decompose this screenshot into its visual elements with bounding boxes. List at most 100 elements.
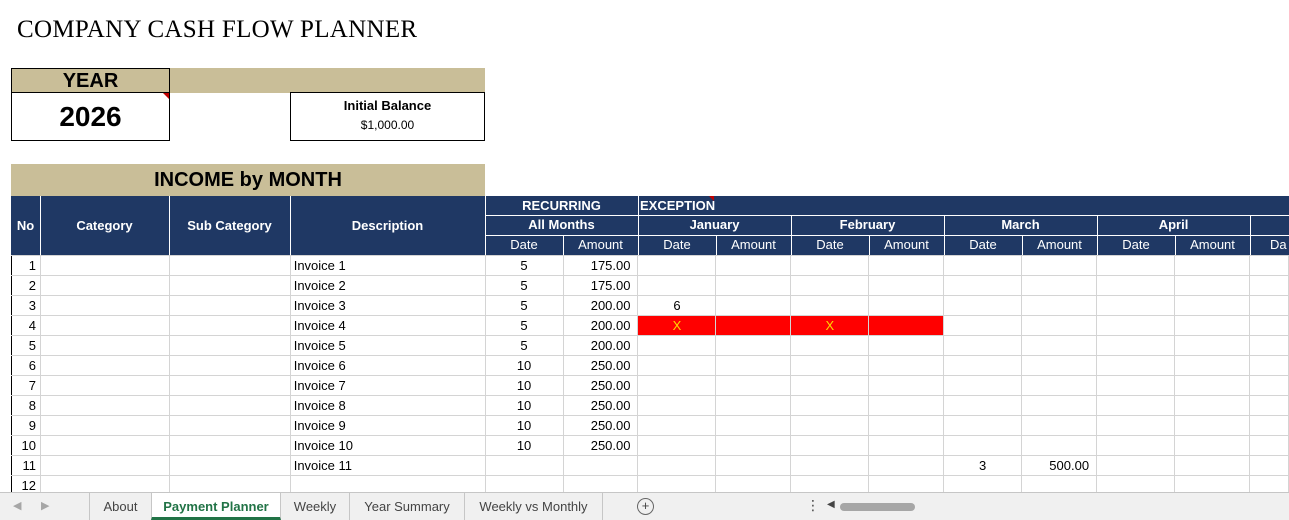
cell-category[interactable] <box>39 415 170 436</box>
row-number[interactable]: 9 <box>11 415 41 436</box>
cell-mar-amount[interactable] <box>1021 375 1098 396</box>
cell-feb-date[interactable] <box>790 415 870 436</box>
cell-jan-date[interactable] <box>637 415 717 436</box>
more-options-icon[interactable]: ⋮ <box>806 497 820 514</box>
header-feb-date[interactable]: Date <box>791 235 869 255</box>
cell-jan-amount[interactable] <box>715 415 792 436</box>
cell-recurring-date[interactable]: 10 <box>484 355 564 376</box>
header-recurring-amount[interactable]: Amount <box>563 235 638 255</box>
cell-jan-date[interactable] <box>637 335 717 356</box>
cell-apr-amount[interactable] <box>1173 275 1250 296</box>
cell-jan-date[interactable]: 6 <box>637 295 717 316</box>
cell-jan-date[interactable] <box>637 395 717 416</box>
cell-category[interactable] <box>39 355 170 376</box>
cell-apr-amount[interactable] <box>1173 335 1250 356</box>
cell-may-date[interactable] <box>1248 275 1289 296</box>
cell-description[interactable]: Invoice 9 <box>289 415 486 436</box>
header-all-months[interactable]: All Months <box>485 215 638 235</box>
cell-feb-date[interactable] <box>790 255 870 276</box>
row-number[interactable]: 2 <box>11 275 41 296</box>
cell-description[interactable] <box>289 475 486 492</box>
cell-sub-category[interactable] <box>168 375 291 396</box>
cell-apr-amount[interactable] <box>1173 435 1250 456</box>
cell-mar-amount[interactable] <box>1021 475 1098 492</box>
cell-sub-category[interactable] <box>168 475 291 492</box>
cell-jan-date[interactable] <box>637 375 717 396</box>
header-jan-amount[interactable]: Amount <box>716 235 791 255</box>
cell-jan-amount[interactable] <box>715 435 792 456</box>
initial-balance-box[interactable]: Initial Balance $1,000.00 <box>290 92 485 141</box>
header-mar-date[interactable]: Date <box>944 235 1022 255</box>
cell-feb-amount[interactable] <box>868 255 945 276</box>
row-number[interactable]: 3 <box>11 295 41 316</box>
header-description[interactable]: Description <box>290 196 485 255</box>
cell-feb-date[interactable] <box>790 455 870 476</box>
cell-recurring-amount[interactable]: 250.00 <box>562 435 639 456</box>
cell-mar-date[interactable] <box>943 395 1023 416</box>
cell-jan-amount[interactable] <box>715 475 792 492</box>
cell-may-date[interactable] <box>1248 355 1289 376</box>
cell-description[interactable]: Invoice 6 <box>289 355 486 376</box>
cell-recurring-date[interactable]: 10 <box>484 375 564 396</box>
header-may-date-partial[interactable]: Da <box>1250 235 1289 255</box>
cell-recurring-date[interactable] <box>484 455 564 476</box>
cell-jan-date[interactable] <box>637 435 717 456</box>
cell-feb-date[interactable] <box>790 435 870 456</box>
cell-feb-date[interactable] <box>790 355 870 376</box>
header-exception[interactable]: EXCEPTION <box>638 196 1289 215</box>
cell-feb-date[interactable] <box>790 275 870 296</box>
header-no[interactable]: No <box>11 196 40 255</box>
tab-weekly-vs-monthly[interactable]: Weekly vs Monthly <box>465 493 603 520</box>
cell-category[interactable] <box>39 315 170 336</box>
cell-mar-date[interactable] <box>943 335 1023 356</box>
row-number[interactable]: 11 <box>11 455 41 476</box>
cell-apr-amount[interactable] <box>1173 255 1250 276</box>
cell-mar-date[interactable] <box>943 415 1023 436</box>
cell-sub-category[interactable] <box>168 275 291 296</box>
cell-sub-category[interactable] <box>168 355 291 376</box>
cell-mar-amount[interactable] <box>1021 395 1098 416</box>
cell-may-date[interactable] <box>1248 435 1289 456</box>
cell-recurring-amount[interactable]: 200.00 <box>562 315 639 336</box>
row-number[interactable]: 12 <box>11 475 41 492</box>
cell-recurring-date[interactable]: 5 <box>484 295 564 316</box>
cell-recurring-amount[interactable]: 200.00 <box>562 295 639 316</box>
cell-mar-amount[interactable] <box>1021 295 1098 316</box>
cell-apr-amount[interactable] <box>1173 355 1250 376</box>
header-jan-date[interactable]: Date <box>638 235 716 255</box>
cell-may-date[interactable] <box>1248 375 1289 396</box>
header-month-february[interactable]: February <box>791 215 944 235</box>
cell-mar-amount[interactable] <box>1021 275 1098 296</box>
cell-description[interactable]: Invoice 2 <box>289 275 486 296</box>
cell-may-date[interactable] <box>1248 335 1289 356</box>
cell-feb-amount[interactable] <box>868 335 945 356</box>
cell-jan-date[interactable]: X <box>637 315 717 336</box>
cell-jan-date[interactable] <box>637 355 717 376</box>
cell-description[interactable]: Invoice 10 <box>289 435 486 456</box>
cell-category[interactable] <box>39 275 170 296</box>
year-cell[interactable]: 2026 <box>11 92 170 141</box>
cell-sub-category[interactable] <box>168 435 291 456</box>
cell-mar-amount[interactable]: 500.00 <box>1021 455 1098 476</box>
cell-feb-date[interactable] <box>790 395 870 416</box>
header-mar-amount[interactable]: Amount <box>1022 235 1097 255</box>
cell-mar-date[interactable] <box>943 255 1023 276</box>
cell-feb-amount[interactable] <box>868 295 945 316</box>
cell-apr-amount[interactable] <box>1173 375 1250 396</box>
cell-mar-date[interactable]: 3 <box>943 455 1023 476</box>
cell-category[interactable] <box>39 455 170 476</box>
cell-apr-date[interactable] <box>1096 355 1175 376</box>
add-sheet-icon[interactable]: + <box>637 498 654 515</box>
cell-feb-amount[interactable] <box>868 415 945 436</box>
cell-feb-amount[interactable] <box>868 435 945 456</box>
cell-description[interactable]: Invoice 7 <box>289 375 486 396</box>
cell-mar-date[interactable] <box>943 435 1023 456</box>
cell-apr-amount[interactable] <box>1173 475 1250 492</box>
cell-apr-date[interactable] <box>1096 375 1175 396</box>
cell-may-date[interactable] <box>1248 255 1289 276</box>
cell-apr-amount[interactable] <box>1173 395 1250 416</box>
row-number[interactable]: 4 <box>11 315 41 336</box>
cell-recurring-date[interactable]: 5 <box>484 335 564 356</box>
cell-jan-amount[interactable] <box>715 275 792 296</box>
cell-category[interactable] <box>39 475 170 492</box>
